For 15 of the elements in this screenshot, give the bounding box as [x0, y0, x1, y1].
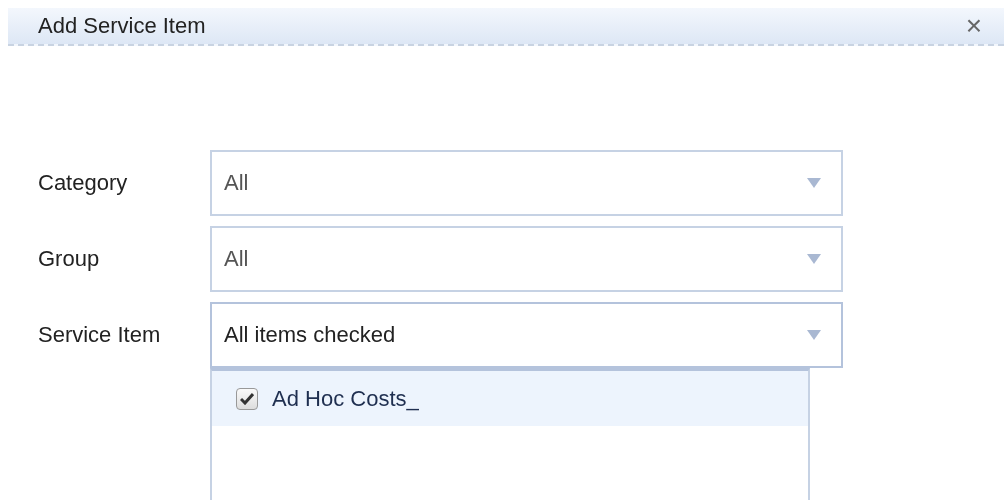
dropdown-arrow-icon	[807, 178, 821, 188]
dropdown-arrow-icon	[807, 330, 821, 340]
checkmark-icon	[240, 392, 254, 405]
dropdown-field[interactable]: All	[210, 150, 843, 216]
option-label: Ad Hoc Costs_	[272, 385, 419, 412]
dropdown-arrow-icon	[807, 254, 821, 264]
field-label: Group	[38, 246, 101, 272]
close-button[interactable]: ×	[965, 12, 982, 40]
dropdown-field[interactable]: All	[210, 226, 843, 292]
field-label: Service Item	[38, 322, 162, 348]
dropdown-field[interactable]: All items checked	[210, 302, 843, 368]
field-label: Category	[38, 170, 129, 196]
checkbox[interactable]	[236, 387, 258, 410]
dialog-title: Add Service Item	[38, 13, 206, 39]
dropdown-option[interactable]: Ad Hoc Costs_	[212, 371, 808, 426]
